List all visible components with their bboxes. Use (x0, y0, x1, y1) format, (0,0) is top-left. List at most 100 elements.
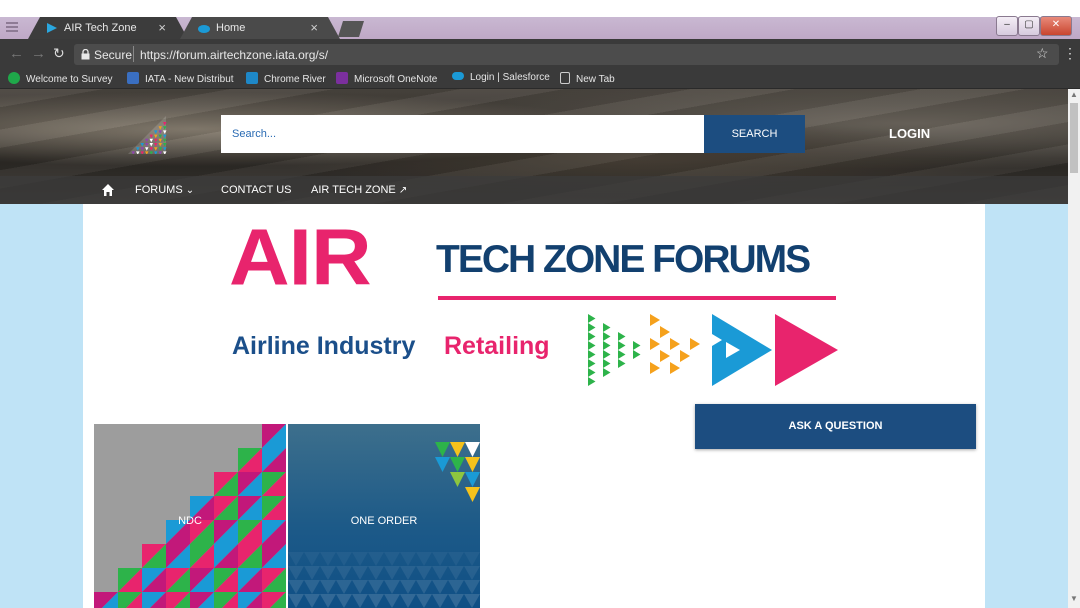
browser-tab-strip: AIR Tech Zone × Home × – ▢ ✕ (0, 16, 1080, 39)
air-triangle-logo-icon[interactable] (128, 116, 168, 154)
reload-icon[interactable]: ↻ (53, 45, 65, 62)
close-tab-icon[interactable]: × (158, 20, 166, 35)
one-order-pattern-triangle (336, 594, 352, 608)
one-order-pattern-triangle (464, 580, 480, 594)
one-order-pattern-triangle (384, 580, 400, 594)
orange-triangle-arrow-icon (650, 314, 700, 386)
bookmark-chrome-river[interactable]: Chrome River (246, 72, 326, 85)
browser-profile-icon[interactable] (3, 19, 21, 35)
nav-forums[interactable]: FORUMS ⌄ (135, 184, 194, 196)
one-order-pattern-triangle (435, 442, 450, 457)
orange-arrow-triangle (690, 338, 700, 350)
forward-arrow-icon[interactable]: → (31, 45, 46, 62)
one-order-pattern-triangle (368, 580, 384, 594)
onenote-icon (336, 72, 348, 84)
one-order-pattern-triangle (368, 552, 384, 566)
search-input[interactable] (221, 115, 704, 153)
green-arrow-triangle (610, 332, 618, 341)
one-order-pattern-triangle (400, 580, 416, 594)
green-arrow-triangle (588, 314, 596, 323)
secure-label: Secure (94, 48, 133, 62)
bookmark-new-tab[interactable]: New Tab (560, 72, 615, 85)
nav-forums-label: FORUMS (135, 184, 183, 196)
new-tab-button[interactable] (338, 21, 364, 37)
one-order-pattern-triangle (464, 594, 480, 608)
close-window-icon[interactable]: ✕ (1040, 16, 1072, 36)
address-bar[interactable]: Secure https://forum.airtechzone.iata.or… (74, 44, 1059, 65)
green-arrow-triangle (603, 368, 611, 377)
maximize-window-icon[interactable]: ▢ (1018, 16, 1040, 36)
green-arrow-triangle (618, 350, 626, 359)
green-arrow-triangle (603, 341, 611, 350)
one-order-pattern-triangle (320, 552, 336, 566)
one-order-pattern-triangle (320, 594, 336, 608)
one-order-pattern-triangle (368, 566, 384, 580)
url-text[interactable]: https://forum.airtechzone.iata.org/s/ (140, 48, 328, 62)
bookmark-label: IATA - New Distribut (145, 74, 234, 85)
one-order-pattern-triangle (288, 566, 304, 580)
bookmark-star-icon[interactable]: ☆ (1036, 45, 1049, 62)
scrollbar-thumb[interactable] (1070, 103, 1078, 173)
one-order-pattern-triangle (384, 552, 400, 566)
one-order-pattern-triangle (352, 566, 368, 580)
one-order-pattern-triangle (288, 580, 304, 594)
orange-arrow-triangle (670, 326, 680, 338)
home-icon[interactable] (101, 183, 115, 197)
bookmark-survey[interactable]: Welcome to Survey (8, 72, 113, 85)
one-order-pattern-triangle (304, 580, 320, 594)
one-order-pattern-triangle (432, 580, 448, 594)
scroll-up-arrow-icon[interactable]: ▲ (1070, 90, 1078, 99)
forum-tile-one-order[interactable]: ONE ORDER (288, 424, 480, 608)
one-order-pattern-triangle (432, 594, 448, 608)
minimize-window-icon[interactable]: – (996, 16, 1018, 36)
one-order-pattern-triangle (288, 594, 304, 608)
green-arrow-triangle (603, 350, 611, 359)
one-order-pattern-triangle (400, 594, 416, 608)
ask-question-button[interactable]: ASK A QUESTION (695, 404, 976, 449)
bookmark-iata[interactable]: IATA - New Distribut (127, 72, 234, 85)
bookmark-onenote[interactable]: Microsoft OneNote (336, 72, 437, 85)
green-arrow-triangle (595, 350, 603, 359)
nav-contact-us[interactable]: CONTACT US (221, 184, 292, 196)
green-arrow-triangle (595, 368, 603, 377)
bookmark-salesforce[interactable]: Login | Salesforce (452, 72, 550, 83)
one-order-pattern-triangle (416, 552, 432, 566)
one-order-pattern-triangle (336, 566, 352, 580)
bookmark-label: New Tab (576, 74, 615, 85)
back-arrow-icon[interactable]: ← (9, 45, 24, 62)
one-order-pattern-triangle (464, 566, 480, 580)
browser-menu-icon[interactable]: ⋮ (1063, 45, 1077, 62)
forum-tile-ndc[interactable]: NDC (94, 424, 286, 608)
login-link[interactable]: LOGIN (889, 126, 930, 141)
nav-air-tech-zone[interactable]: AIR TECH ZONE ↗ (311, 184, 407, 196)
green-arrow-triangle (625, 341, 633, 350)
page-viewport: SEARCH LOGIN FORUMS ⌄ CONTACT US AIR TEC… (0, 89, 1068, 608)
one-order-pattern-triangle (416, 580, 432, 594)
forum-tile-label: NDC (178, 515, 202, 527)
one-order-pattern-triangle (465, 442, 480, 457)
page-scrollbar[interactable]: ▲ ▼ (1068, 89, 1080, 608)
one-order-pattern-triangle (432, 566, 448, 580)
main-nav: FORUMS ⌄ CONTACT US AIR TECH ZONE ↗ (0, 176, 1068, 204)
browser-tab-air-tech-zone[interactable]: AIR Tech Zone × (28, 17, 188, 39)
salesforce-icon (452, 72, 464, 80)
one-order-pattern-triangle (320, 580, 336, 594)
one-order-pattern-triangle (448, 580, 464, 594)
tab-title: AIR Tech Zone (64, 22, 137, 34)
green-arrow-triangle (588, 341, 596, 350)
search-button[interactable]: SEARCH (704, 115, 805, 153)
bookmark-label: Welcome to Survey (26, 74, 113, 85)
one-order-pattern-triangle (450, 457, 465, 472)
green-arrow-triangle (625, 350, 633, 359)
page-icon (560, 72, 570, 84)
orange-arrow-triangle (650, 338, 660, 350)
scroll-down-arrow-icon[interactable]: ▼ (1070, 594, 1078, 603)
one-order-pattern-triangle (400, 566, 416, 580)
blue-arrow-triangle (712, 314, 772, 386)
green-arrow-triangle (603, 332, 611, 341)
close-tab-icon[interactable]: × (310, 20, 318, 35)
one-order-pattern-triangle (416, 594, 432, 608)
browser-tab-home[interactable]: Home × (180, 17, 340, 39)
banner-tagline-primary: Airline Industry (232, 332, 416, 360)
green-arrow-triangle (588, 332, 596, 341)
